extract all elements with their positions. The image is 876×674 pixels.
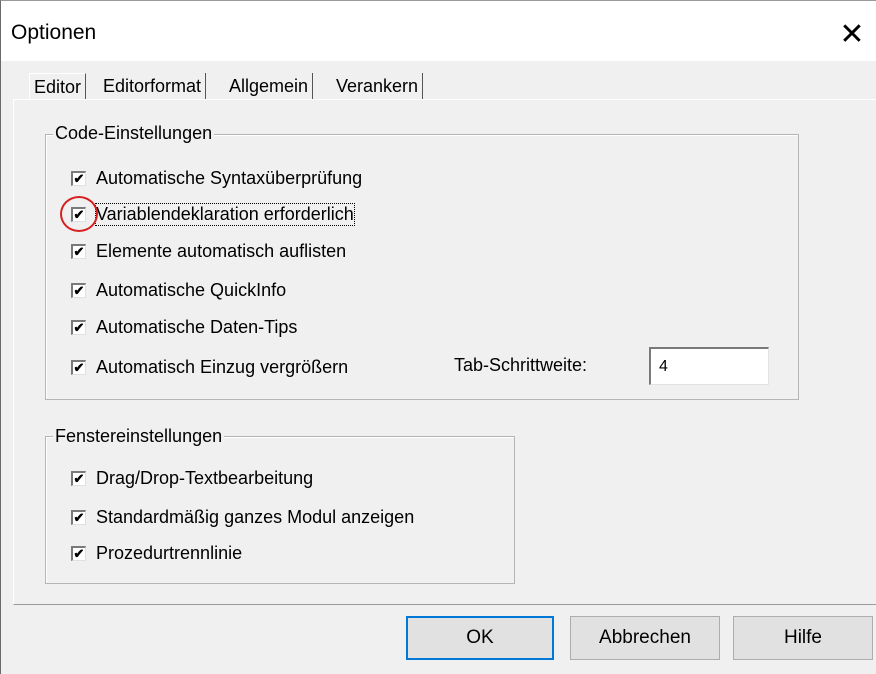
tab-verankern[interactable]: Verankern xyxy=(332,73,424,99)
check-icon: ✔ xyxy=(71,319,86,335)
tab-editor[interactable]: Editor xyxy=(29,73,87,99)
checkbox-auto-indent[interactable]: ✔ Automatisch Einzug vergrößern xyxy=(71,355,348,379)
tab-width-input[interactable] xyxy=(649,347,769,385)
check-icon: ✔ xyxy=(71,509,86,525)
ok-button[interactable]: OK xyxy=(406,616,554,660)
checkbox-label: Drag/Drop-Textbearbeitung xyxy=(96,467,314,488)
code-settings-legend: Code-Einstellungen xyxy=(53,123,215,143)
checkbox-full-module-view[interactable]: ✔ Standardmäßig ganzes Modul anzeigen xyxy=(71,505,414,529)
checkbox-auto-list-members[interactable]: ✔ Elemente automatisch auflisten xyxy=(71,239,346,263)
checkbox-auto-data-tips[interactable]: ✔ Automatische Daten-Tips xyxy=(71,315,297,339)
check-icon: ✔ xyxy=(71,359,86,375)
cancel-button[interactable]: Abbrechen xyxy=(570,616,720,660)
check-icon: ✔ xyxy=(71,470,86,486)
checkbox-label: Variablendeklaration erforderlich xyxy=(95,202,355,226)
checkbox-label: Standardmäßig ganzes Modul anzeigen xyxy=(96,506,415,527)
tab-editorformat[interactable]: Editorformat xyxy=(99,73,207,99)
checkbox-drag-drop[interactable]: ✔ Drag/Drop-Textbearbeitung xyxy=(71,466,313,490)
checkbox-syntax-check[interactable]: ✔ Automatische Syntaxüberprüfung xyxy=(71,166,362,190)
check-icon: ✔ xyxy=(71,170,86,186)
check-icon: ✔ xyxy=(71,206,86,222)
checkbox-label: Prozedurtrennlinie xyxy=(96,542,243,563)
checkbox-label: Automatische Daten-Tips xyxy=(96,316,298,337)
checkbox-label: Automatisch Einzug vergrößern xyxy=(96,356,349,377)
checkbox-procedure-separator[interactable]: ✔ Prozedurtrennlinie xyxy=(71,541,242,565)
close-icon[interactable]: ✕ xyxy=(829,15,875,55)
options-dialog: Optionen ✕ Editor Editorformat Allgemein… xyxy=(0,0,876,674)
checkbox-label: Automatische Syntaxüberprüfung xyxy=(96,167,363,188)
checkbox-label: Elemente automatisch auflisten xyxy=(96,240,347,261)
tab-width-label: Tab-Schrittweite: xyxy=(454,355,588,375)
checkbox-auto-quickinfo[interactable]: ✔ Automatische QuickInfo xyxy=(71,278,286,302)
check-icon: ✔ xyxy=(71,243,86,259)
tab-allgemein[interactable]: Allgemein xyxy=(225,73,314,99)
window-title: Optionen xyxy=(11,21,97,44)
checkbox-label: Automatische QuickInfo xyxy=(96,279,287,300)
title-bar: Optionen ✕ xyxy=(1,1,876,61)
check-icon: ✔ xyxy=(71,282,86,298)
window-settings-legend: Fenstereinstellungen xyxy=(53,426,225,446)
checkbox-require-variable-declaration[interactable]: ✔ Variablendeklaration erforderlich xyxy=(71,202,355,226)
help-button[interactable]: Hilfe xyxy=(733,616,873,660)
check-icon: ✔ xyxy=(71,545,86,561)
